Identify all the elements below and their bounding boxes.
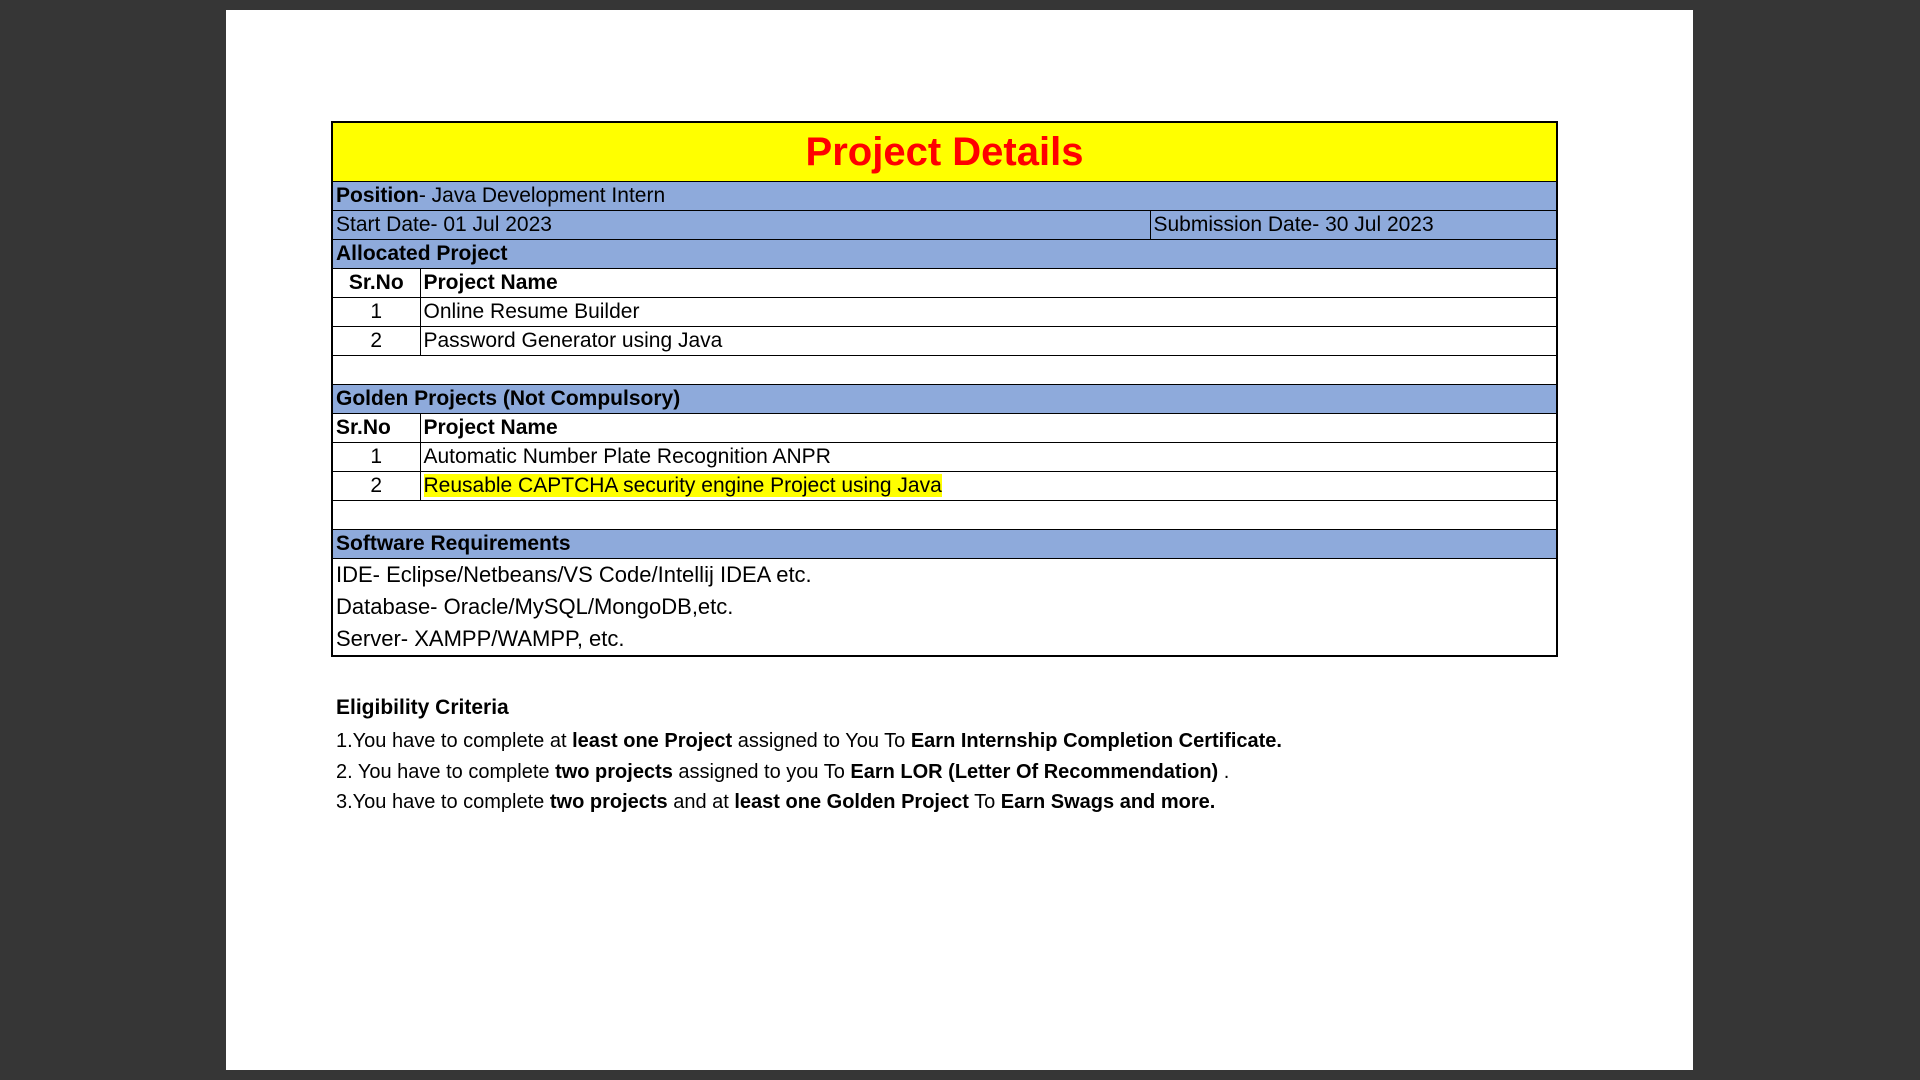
allocated-srno: 2 [331,326,421,356]
golden-project-name-cell: Reusable CAPTCHA security engine Project… [419,471,1558,501]
golden-srno: 1 [331,442,421,472]
start-date: Start Date- 01 Jul 2023 [331,210,1151,240]
table-row: 2 Reusable CAPTCHA security engine Proje… [331,471,1558,501]
criteria-bold: least one Golden Project [734,791,969,813]
position-value: - Java Development Intern [418,184,666,207]
criteria-text: To [968,791,1001,813]
criteria-line-2: 2. You have to complete two projects ass… [336,757,1566,788]
software-requirements-heading: Software Requirements [331,529,1558,559]
software-item: IDE- Eclipse/Netbeans/VS Code/Intellij I… [331,558,1558,591]
criteria-text: 3.You have to complete [336,791,550,813]
allocated-project-name: Online Resume Builder [419,297,1558,327]
criteria-bold: two projects [555,760,673,783]
criteria-text: . [1218,760,1230,783]
highlighted-project-name: Reusable CAPTCHA security engine Project… [423,474,942,497]
allocated-col-name: Project Name [419,268,1558,298]
allocated-project-name: Password Generator using Java [419,326,1558,356]
criteria-text: 1.You have to complete at [336,730,573,752]
allocated-project-heading: Allocated Project [331,239,1558,269]
spacer-row [331,355,1558,385]
criteria-bold: least one Project [572,730,733,752]
golden-col-srno: Sr.No [331,413,421,443]
criteria-bold: Earn LOR (Letter Of Recommendation) [850,760,1219,783]
eligibility-criteria: Eligibility Criteria 1.You have to compl… [336,696,1566,818]
page-title: Project Details [331,121,1558,182]
golden-col-name: Project Name [419,413,1558,443]
golden-project-name: Automatic Number Plate Recognition ANPR [419,442,1558,472]
document-page: Project Details Position- Java Developme… [226,10,1693,1070]
project-details-table: Project Details Position- Java Developme… [331,121,1558,657]
criteria-bold: Earn Internship Completion Certificate. [910,730,1282,752]
allocated-srno: 1 [331,297,421,327]
golden-projects-heading: Golden Projects (Not Compulsory) [331,384,1558,414]
software-item: Server- XAMPP/WAMPP, etc. [331,623,1558,657]
criteria-bold: two projects [549,791,668,813]
criteria-line-3: 3.You have to complete two projects and … [336,787,1566,818]
criteria-text: and at [667,791,735,813]
table-row: 2 Password Generator using Java [331,326,1558,356]
table-row: 1 Online Resume Builder [331,297,1558,327]
position-row: Position- Java Development Intern [331,181,1558,211]
golden-srno: 2 [331,471,421,501]
spacer-row [331,500,1558,530]
software-item: Database- Oracle/MySQL/MongoDB,etc. [331,591,1558,623]
criteria-text: assigned to You To [732,730,911,752]
criteria-bold: Earn Swags and more. [1000,791,1216,813]
eligibility-heading: Eligibility Criteria [336,696,509,719]
allocated-col-srno: Sr.No [331,268,421,298]
criteria-text: 2. You have to complete [336,760,556,783]
table-row: 1 Automatic Number Plate Recognition ANP… [331,442,1558,472]
criteria-line-1: 1.You have to complete at least one Proj… [336,726,1566,757]
position-label: Position [336,184,419,207]
criteria-text: assigned to you To [672,760,851,783]
submission-date: Submission Date- 30 Jul 2023 [1149,210,1558,240]
